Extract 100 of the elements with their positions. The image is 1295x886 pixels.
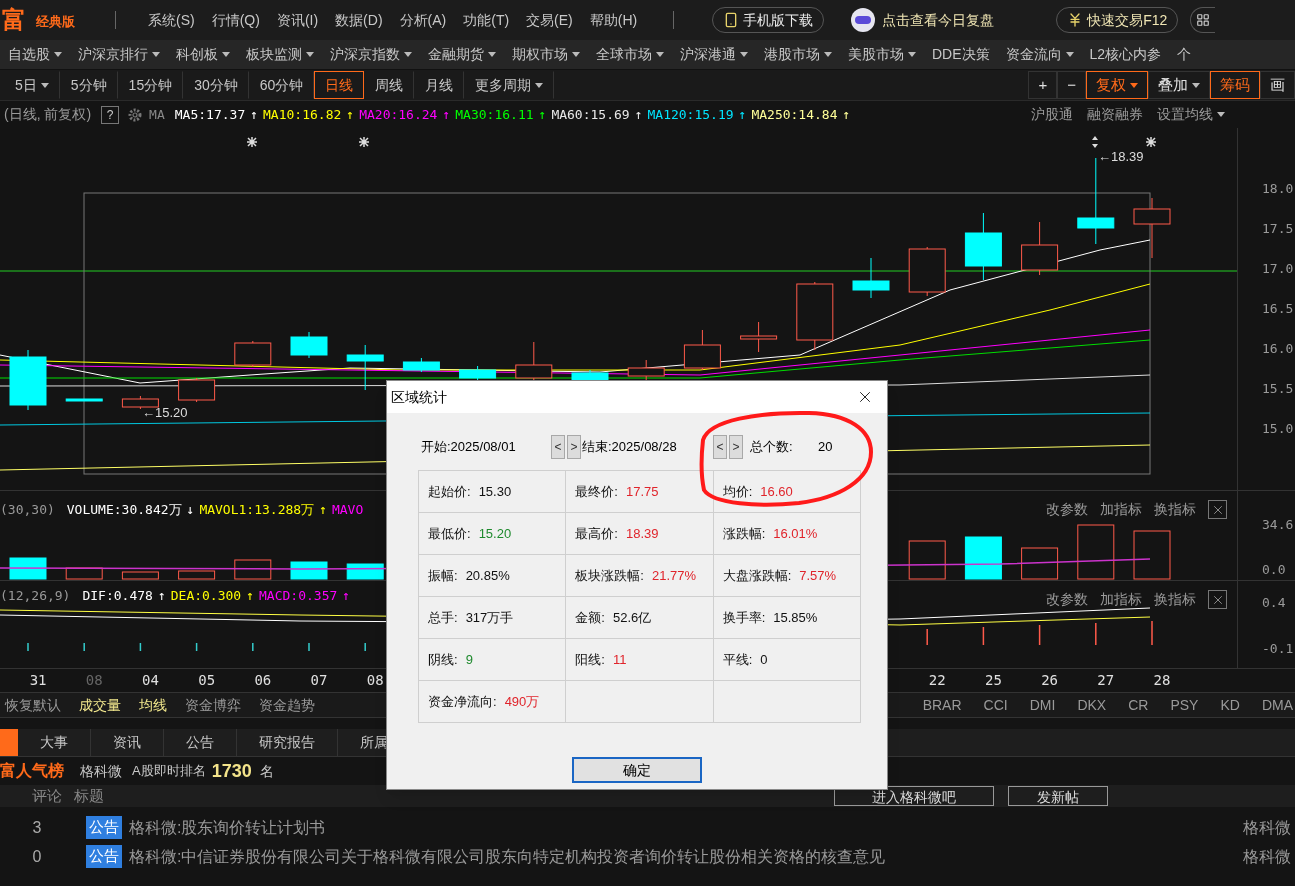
trend-arrow: ↑ [346, 105, 355, 124]
comment-count: 3 [31, 817, 43, 838]
indicator-tab[interactable]: BRAR [922, 694, 962, 716]
indicator-tab[interactable]: PSY [1170, 694, 1199, 716]
macd-bar [195, 642, 198, 652]
menu-item[interactable]: 数据(D) [335, 9, 383, 31]
indicator-tab[interactable]: 资金博弈 [185, 694, 241, 716]
indicator-tab[interactable]: 成交量 [79, 694, 121, 716]
next-button[interactable]: > [729, 435, 743, 459]
help-button[interactable]: ? [101, 105, 120, 124]
menu-item[interactable]: 资讯(I) [276, 9, 319, 31]
post-title[interactable]: 格科微:中信证券股份有限公司关于格科微有限公司股东向特定机构投资者询价转让股份相关资格的核查意见 [129, 844, 886, 869]
indicator-tab[interactable]: 恢复默认 [5, 694, 61, 716]
indicator-tab[interactable]: DKX [1077, 694, 1107, 716]
rank-unit: 名 [259, 761, 274, 781]
indicator-tab[interactable]: CCI [983, 694, 1008, 716]
menu-item[interactable]: 分析(A) [399, 9, 447, 31]
nav-item[interactable]: DDE决策 [932, 44, 990, 65]
indicator-tab[interactable]: 均线 [139, 694, 167, 716]
trend-arrow: ↑ [538, 105, 547, 124]
date-label: 08 [365, 671, 385, 690]
menu-item[interactable]: 帮助(H) [589, 9, 638, 31]
menu-item[interactable]: 行情(Q) [211, 9, 260, 31]
nav-item[interactable]: 资金流向 [1005, 44, 1074, 65]
column-header: 标题 [74, 785, 104, 806]
indicator-tab[interactable]: KD [1220, 694, 1240, 716]
price-note: ←15.20 [142, 405, 188, 420]
review-link[interactable]: 点击查看今日复盘 [882, 9, 995, 31]
chart-tool-button[interactable]: + [1028, 71, 1058, 99]
axis-label: 17.0 [1262, 261, 1295, 277]
trend-arrow: ↑ [738, 105, 747, 124]
chart-tool-button[interactable]: 筹码 [1210, 71, 1260, 99]
nav-item[interactable]: 沪深港通 [680, 44, 748, 65]
post-title[interactable]: 格科微:股东询价转让计划书 [129, 815, 326, 840]
panel-action[interactable]: 改参数 [1046, 589, 1088, 610]
period-tab[interactable]: 30分钟 [183, 71, 249, 99]
next-button[interactable]: > [567, 435, 581, 459]
nav-item[interactable]: 科创板 [176, 44, 230, 65]
chart-tool-button[interactable]: 画 [1260, 71, 1295, 99]
nav-item[interactable]: 金融期货 [428, 44, 496, 65]
volume-bar [1077, 524, 1115, 580]
menu-item[interactable]: 系统(S) [148, 9, 195, 31]
nav-item[interactable]: 个 [1177, 44, 1192, 65]
panel-action[interactable]: 改参数 [1046, 499, 1088, 520]
period-tab[interactable]: 月线 [414, 71, 465, 99]
indicator-tab[interactable]: DMI [1029, 694, 1056, 716]
period-tab[interactable]: 60分钟 [248, 71, 315, 99]
info-tab[interactable]: 大事 [18, 729, 91, 756]
candlestick [1021, 221, 1059, 276]
nav-item[interactable]: 自选股 [8, 44, 62, 65]
nav-item[interactable]: 期权市场 [512, 44, 580, 65]
chart-tool-button[interactable]: 复权 [1086, 71, 1148, 99]
marker-icon [358, 136, 370, 148]
nav-item[interactable]: 板块监测 [246, 44, 314, 65]
prev-button[interactable]: < [551, 435, 565, 459]
indicator-tab[interactable]: 资金趋势 [259, 694, 315, 716]
indicator-tab[interactable]: DMA [1261, 694, 1293, 716]
period-tab[interactable]: 日线 [314, 71, 365, 99]
stat-value: 20.85% [465, 566, 510, 585]
nav-item[interactable]: 沪深京指数 [330, 44, 412, 65]
caret-icon [1065, 52, 1074, 57]
prev-button[interactable]: < [713, 435, 727, 459]
panel-action[interactable]: 换指标 [1154, 589, 1196, 610]
indicator-tab[interactable]: CR [1128, 694, 1149, 716]
volume-bar [908, 540, 946, 580]
period-tab[interactable]: 周线 [364, 71, 415, 99]
popularity-title: 富人气榜 [0, 761, 64, 781]
stat-value: 16.01% [773, 524, 818, 543]
info-tab[interactable]: 资讯 [91, 729, 164, 756]
info-tab[interactable]: 研究报告 [237, 729, 338, 756]
indicator-value: DIF:0.478 [82, 587, 153, 606]
nav-item[interactable]: 全球市场 [596, 44, 664, 65]
menu-item[interactable]: 功能(T) [463, 9, 510, 31]
period-tab[interactable]: 5分钟 [59, 71, 118, 99]
nav-item[interactable]: L2核心内参 [1089, 44, 1162, 65]
period-tab[interactable]: 5日 [4, 71, 60, 99]
candlestick [683, 329, 721, 371]
panel-action[interactable]: 加指标 [1100, 499, 1142, 520]
date-label: 06 [253, 671, 273, 690]
menu-item[interactable]: 交易(E) [526, 9, 573, 31]
chart-link[interactable]: 沪股通 [1031, 104, 1073, 125]
panel-action[interactable]: 加指标 [1100, 589, 1142, 610]
period-tab[interactable]: 15分钟 [117, 71, 184, 99]
ma-settings-button[interactable]: 设置均线 [1157, 104, 1225, 125]
nav-item[interactable]: 沪深京排行 [78, 44, 160, 65]
stat-value: 9 [465, 650, 473, 669]
chart-tool-button[interactable]: − [1057, 71, 1086, 99]
nav-item[interactable]: 美股市场 [848, 44, 916, 65]
ok-button[interactable]: 确定 [572, 757, 702, 783]
panel-action[interactable]: 换指标 [1154, 499, 1196, 520]
info-tab[interactable]: 公告 [164, 729, 237, 756]
period-tab[interactable]: 更多周期 [464, 71, 555, 99]
chart-tool-button[interactable]: 叠加 [1148, 71, 1210, 99]
chart-link[interactable]: 融资融券 [1087, 104, 1143, 125]
caret-icon [152, 52, 160, 57]
nav-item[interactable]: 港股市场 [764, 44, 832, 65]
new-post-button[interactable]: 发新帖 [1008, 786, 1108, 806]
stat-label: 金额: [575, 608, 605, 627]
stat-label: 均价: [722, 482, 753, 501]
indicator-value: MAVOL1:13.288万 [199, 501, 315, 520]
